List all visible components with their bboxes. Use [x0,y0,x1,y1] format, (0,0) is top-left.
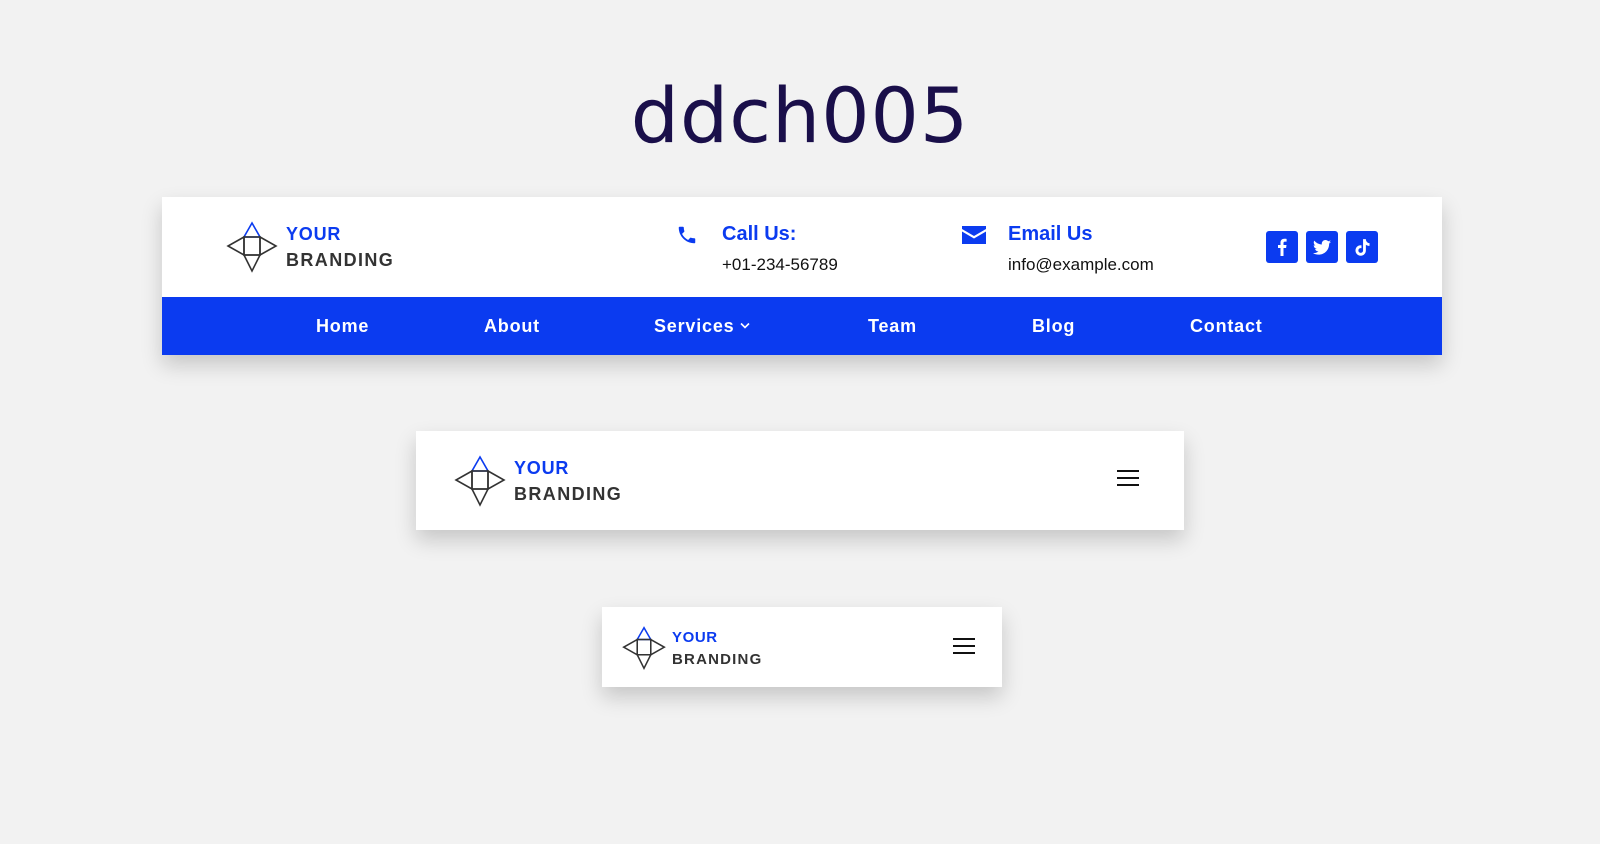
chevron-down-icon [740,322,751,329]
mobile-header: YOUR BRANDING [602,607,1002,687]
nav-item-about[interactable]: About [484,297,540,355]
brand-line2: BRANDING [514,484,623,504]
nav-item-blog[interactable]: Blog [1032,297,1075,355]
envelope-icon [962,226,986,244]
phone-icon [678,226,696,244]
brand-name: YOUR BRANDING [672,630,762,667]
brand-line1: YOUR [672,628,718,646]
tiktok-icon [1354,238,1370,256]
nav-item-team[interactable]: Team [868,297,917,355]
main-nav: Home About Services Team Blog Contact [162,297,1442,355]
nav-item-home[interactable]: Home [316,297,369,355]
desktop-header: YOUR BRANDING Call Us: +01-234-56789 Ema… [162,197,1442,355]
logo-mark-icon [454,455,506,507]
contact-phone-number[interactable]: +01-234-56789 [722,255,838,275]
tiktok-button[interactable] [1346,231,1378,263]
social-links [1266,231,1378,263]
nav-item-contact[interactable]: Contact [1190,297,1263,355]
brand-line1: YOUR [514,458,570,478]
contact-phone-title: Call Us: [722,223,797,245]
brand-line2: BRANDING [286,250,395,270]
page-title: ddch005 [630,71,970,160]
logo-mark-icon [226,221,278,273]
brand-name: YOUR BRANDING [286,225,394,269]
logo-mark-icon [622,626,666,670]
twitter-icon [1313,239,1331,255]
nav-item-services-label: Services [654,316,735,336]
brand-line2: BRANDING [672,650,763,668]
brand-name: YOUR BRANDING [514,459,622,503]
brand-logo[interactable]: YOUR BRANDING [226,221,394,273]
brand-logo[interactable]: YOUR BRANDING [622,626,762,670]
tablet-header: YOUR BRANDING [416,431,1184,530]
facebook-button[interactable] [1266,231,1298,263]
contact-email-address[interactable]: info@example.com [1008,255,1154,275]
hamburger-icon[interactable] [952,637,976,655]
twitter-button[interactable] [1306,231,1338,263]
header-top-bar: YOUR BRANDING Call Us: +01-234-56789 Ema… [162,197,1442,297]
hamburger-icon[interactable] [1116,469,1140,487]
nav-item-services[interactable]: Services [654,297,751,355]
brand-logo[interactable]: YOUR BRANDING [454,455,622,507]
contact-email-title: Email Us [1008,223,1093,245]
contact-email: Email Us info@example.com [962,223,1212,283]
facebook-icon [1278,238,1287,256]
brand-line1: YOUR [286,224,342,244]
contact-phone: Call Us: +01-234-56789 [676,223,896,283]
